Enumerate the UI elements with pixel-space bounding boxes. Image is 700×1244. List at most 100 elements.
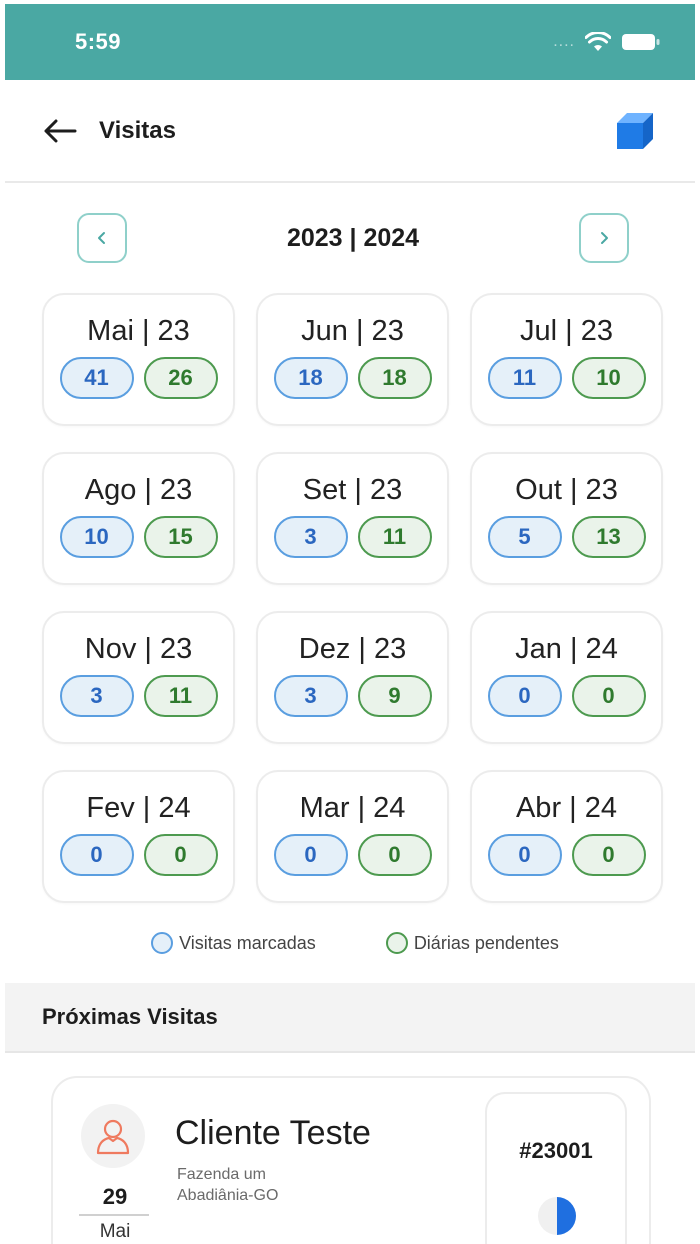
- year-range-label: 2023 | 2024: [286, 223, 420, 252]
- month-counts: 0 0: [59, 834, 218, 876]
- pending-dailies-count: 15: [143, 516, 218, 558]
- year-navigator: 2023 | 2024: [5, 183, 695, 293]
- status-icons: ....: [553, 32, 661, 52]
- header-left: Visitas: [43, 117, 176, 145]
- month-label: Set | 23: [302, 474, 403, 506]
- scheduled-visits-count: 0: [487, 675, 562, 717]
- month-label: Mai | 23: [87, 315, 190, 347]
- month-label: Fev | 24: [86, 792, 191, 824]
- scheduled-visits-count: 41: [59, 357, 134, 399]
- month-card[interactable]: Jun | 23 18 18: [256, 293, 449, 426]
- scheduled-visits-count: 18: [273, 357, 348, 399]
- client-address: Fazenda um Abadiânia-GO: [177, 1164, 278, 1206]
- date-divider: [79, 1214, 149, 1216]
- month-card[interactable]: Jan | 24 0 0: [470, 611, 663, 744]
- chevron-left-icon: [98, 232, 105, 244]
- cube-icon[interactable]: [613, 111, 657, 151]
- month-label: Mar | 24: [299, 792, 406, 824]
- month-label: Ago | 23: [84, 474, 193, 506]
- avatar: [81, 1104, 145, 1168]
- legend-item-pending: Diárias pendentes: [385, 932, 559, 954]
- pending-dailies-count: 9: [357, 675, 432, 717]
- scheduled-visits-count: 0: [59, 834, 134, 876]
- pending-dailies-count: 13: [571, 516, 646, 558]
- pending-dailies-count: 0: [143, 834, 218, 876]
- month-card[interactable]: Dez | 23 3 9: [256, 611, 449, 744]
- pending-dailies-count: 26: [143, 357, 218, 399]
- page-title: Visitas: [99, 116, 176, 144]
- month-label: Abr | 24: [515, 792, 618, 824]
- scheduled-visits-count: 11: [487, 357, 562, 399]
- previous-year-button[interactable]: [77, 213, 127, 263]
- next-year-button[interactable]: [579, 213, 629, 263]
- month-card[interactable]: Mar | 24 0 0: [256, 770, 449, 903]
- month-counts: 11 10: [487, 357, 646, 399]
- top-app-bar: Visitas: [5, 80, 695, 183]
- pending-dailies-count: 18: [357, 357, 432, 399]
- scheduled-visits-count: 0: [273, 834, 348, 876]
- upcoming-visits-header: Próximas Visitas: [5, 983, 695, 1053]
- month-counts: 41 26: [59, 357, 218, 399]
- chevron-right-icon: [601, 232, 608, 244]
- legend-label: Visitas marcadas: [179, 932, 316, 953]
- signal-icon: ....: [553, 33, 575, 50]
- user-icon: [96, 1119, 130, 1155]
- month-card[interactable]: Out | 23 5 13: [470, 452, 663, 585]
- month-counts: 0 0: [487, 834, 646, 876]
- month-card[interactable]: Set | 23 3 11: [256, 452, 449, 585]
- pending-dailies-count: 10: [571, 357, 646, 399]
- month-counts: 5 13: [487, 516, 646, 558]
- scheduled-visits-count: 3: [59, 675, 134, 717]
- visit-card[interactable]: 29 Mai Cliente Teste Fazenda um Abadiâni…: [51, 1076, 651, 1244]
- legend-item-scheduled: Visitas marcadas: [151, 932, 316, 954]
- month-label: Out | 23: [515, 474, 618, 506]
- visit-id: #23001: [519, 1138, 593, 1163]
- status-bar: 5:59 ....: [5, 4, 695, 80]
- month-card[interactable]: Jul | 23 11 10: [470, 293, 663, 426]
- section-title: Próximas Visitas: [42, 1004, 218, 1029]
- scheduled-visits-count: 3: [273, 516, 348, 558]
- status-time: 5:59: [75, 29, 122, 54]
- scheduled-visits-count: 10: [59, 516, 134, 558]
- blue-circle-icon: [151, 932, 174, 954]
- month-card[interactable]: Fev | 24 0 0: [42, 770, 235, 903]
- pending-dailies-count: 11: [357, 516, 432, 558]
- month-card[interactable]: Abr | 24 0 0: [470, 770, 663, 903]
- month-card[interactable]: Mai | 23 41 26: [42, 293, 235, 426]
- scheduled-visits-count: 0: [487, 834, 562, 876]
- month-counts: 0 0: [273, 834, 432, 876]
- month-card[interactable]: Ago | 23 10 15: [42, 452, 235, 585]
- scheduled-visits-count: 5: [487, 516, 562, 558]
- month-label: Jun | 23: [301, 315, 404, 347]
- month-card[interactable]: Nov | 23 3 11: [42, 611, 235, 744]
- client-name: Cliente Teste: [175, 1114, 371, 1152]
- month-label: Nov | 23: [84, 633, 193, 665]
- pending-dailies-count: 11: [143, 675, 218, 717]
- half-circle-progress-icon: [537, 1196, 577, 1236]
- green-circle-icon: [385, 932, 408, 954]
- visit-month: Mai: [99, 1221, 131, 1242]
- arrow-left-icon[interactable]: [43, 119, 77, 143]
- month-counts: 3 9: [273, 675, 432, 717]
- battery-icon: [621, 33, 661, 51]
- wifi-icon: [585, 32, 611, 52]
- address-line: Abadiânia-GO: [177, 1187, 279, 1204]
- month-counts: 3 11: [273, 516, 432, 558]
- address-line: Fazenda um: [177, 1166, 266, 1183]
- month-grid: Mai | 23 41 26 Jun | 23 18 18 Jul | 23 1…: [5, 293, 695, 903]
- pending-dailies-count: 0: [571, 834, 646, 876]
- month-label: Dez | 23: [298, 633, 407, 665]
- month-label: Jul | 23: [520, 315, 613, 347]
- month-counts: 0 0: [487, 675, 646, 717]
- month-label: Jan | 24: [515, 633, 618, 665]
- month-counts: 18 18: [273, 357, 432, 399]
- pending-dailies-count: 0: [357, 834, 432, 876]
- scheduled-visits-count: 3: [273, 675, 348, 717]
- visit-day: 29: [102, 1184, 128, 1209]
- legend: Visitas marcadas Diárias pendentes: [5, 903, 695, 983]
- month-counts: 10 15: [59, 516, 218, 558]
- app-screen: 5:59 .... Visitas 2023 | 2024 Mai | 23 4…: [5, 4, 695, 1244]
- month-counts: 3 11: [59, 675, 218, 717]
- visit-id-box[interactable]: #23001: [485, 1092, 627, 1244]
- pending-dailies-count: 0: [571, 675, 646, 717]
